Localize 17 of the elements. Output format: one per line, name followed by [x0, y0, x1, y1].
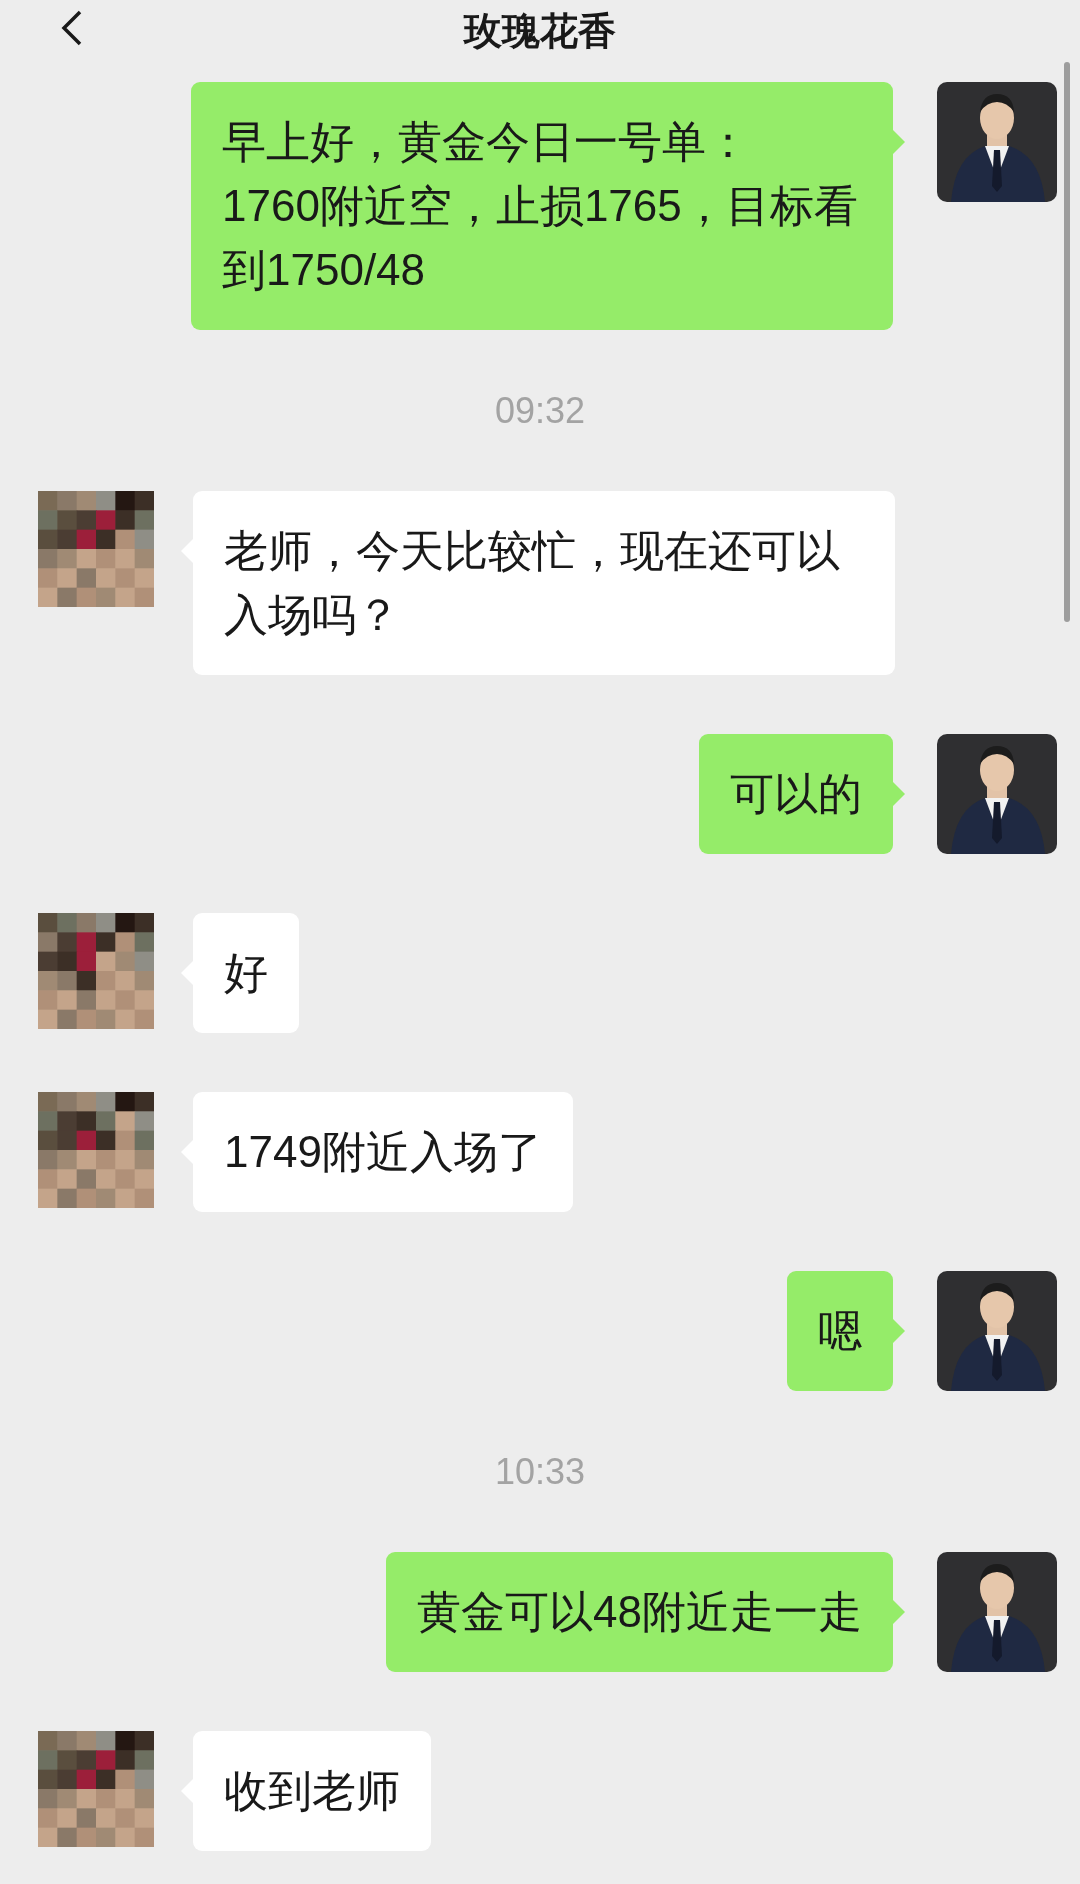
message-bubble: 黄金可以48附近走一走 [386, 1552, 893, 1672]
message-bubble: 老师，今天比较忙，现在还可以入场吗？ [193, 491, 895, 675]
message-bubble: 早上好，黄金今日一号单： 1760附近空，止损1765，目标看到1750/48 [191, 82, 893, 330]
bubble-tail-icon [893, 130, 905, 154]
message-bubble: 1749附近入场了 [193, 1092, 573, 1212]
bubble-tail-icon [893, 782, 905, 806]
chat-title: 玫瑰花香 [464, 8, 616, 54]
bubble-tail-icon [893, 1600, 905, 1624]
timestamp: 09:32 [494, 389, 586, 433]
timestamp: 10:33 [494, 1450, 586, 1494]
message-bubble: 可以的 [699, 734, 893, 854]
message-bubble: 好 [193, 913, 299, 1033]
scrollbar[interactable] [1064, 62, 1070, 622]
message-bubble: 收到老师 [193, 1731, 431, 1851]
back-icon[interactable] [60, 8, 84, 48]
bubble-tail-icon [893, 1319, 905, 1343]
message-bubble: 嗯 [787, 1271, 893, 1391]
